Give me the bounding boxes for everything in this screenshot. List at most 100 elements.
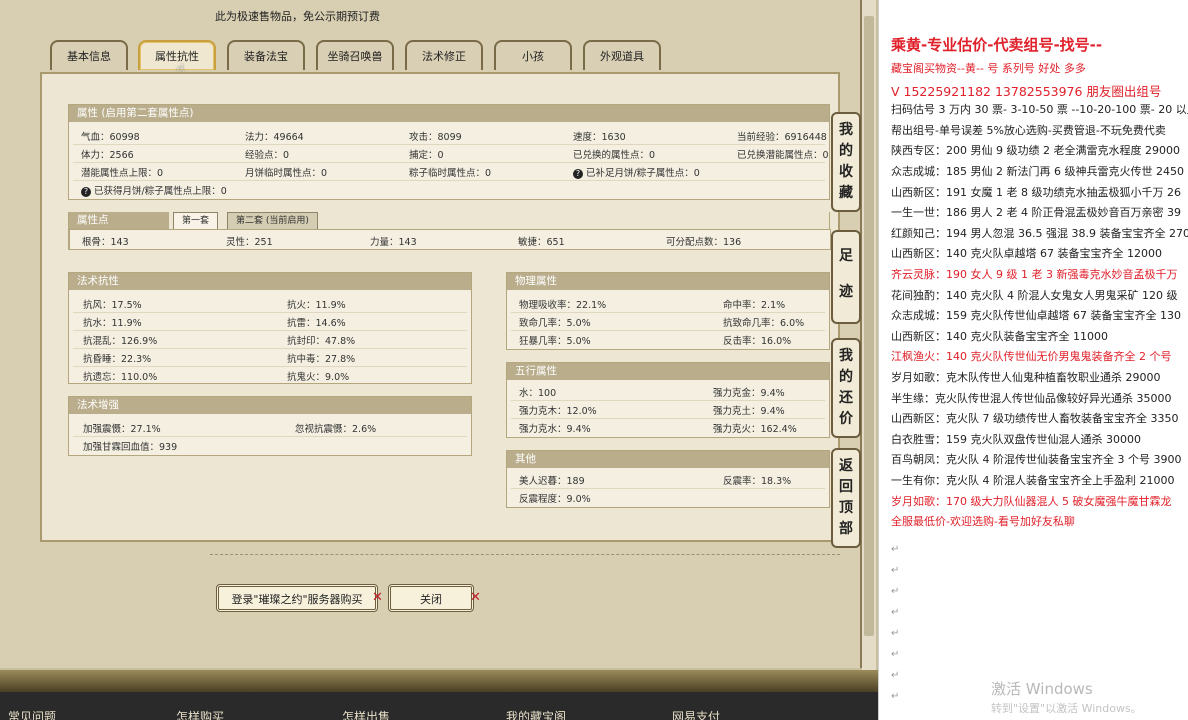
vertical-scrollbar[interactable] <box>862 0 876 670</box>
attr-cell: ? 已获得月饼/粽子属性点上限：0 <box>81 183 227 197</box>
enhance-box: 法术增强 加强震慑：27.1% 忽视抗震慑：2.6% 加强甘霖回血值：939 <box>68 396 472 456</box>
tab-children[interactable]: 小孩 <box>494 40 572 70</box>
footprint-label: 足迹 <box>839 248 853 300</box>
doc-line: 半生缘：克火队传世混人传世仙品像较好异光通杀 35000 <box>891 391 1172 405</box>
points-cell: 力量：143 <box>370 237 417 248</box>
other-cell: 反震率：18.3% <box>723 476 792 487</box>
doc-line: 一生一世：186 男人 2 老 4 阶正骨混盂极妙音百万亲密 39 <box>891 206 1181 220</box>
doc-line: V 15225921182 13782553976 朋友圈出组号 <box>891 83 1162 99</box>
element-cell: 强力克金：9.4% <box>713 388 785 399</box>
doc-line: 山西新区：140 克火队卓越塔 67 装备宝宝齐全 12000 <box>891 247 1162 261</box>
enhance-cell: 加强甘霖回血值：939 <box>83 442 178 453</box>
game-window: 此为极速售物品，免公示期预订费 基本信息 属性抗性 装备法宝 坐骑召唤兽 法术修… <box>0 0 878 720</box>
physical-cell: 致命几率：5.0% <box>519 318 591 329</box>
row-divider <box>511 312 825 313</box>
close-button[interactable]: 关闭 <box>388 584 474 612</box>
points-cell: 可分配点数：136 <box>666 237 742 248</box>
close-mark-icon: ✕ <box>470 590 481 605</box>
subtab-set-one[interactable]: 第一套 <box>173 212 219 230</box>
footer-link-how-to-sell[interactable]: 怎样出售 <box>342 708 390 720</box>
attributes-title: 属性 (启用第二套属性点) <box>69 105 829 122</box>
physical-cell: 命中率：2.1% <box>723 300 786 311</box>
attr-cell: 潜能属性点上限：0 <box>81 168 164 179</box>
attr-cell: 已兑换潜能属性点：0 <box>737 150 829 161</box>
points-cell: 灵性：251 <box>226 237 273 248</box>
favorites-label: 我的收藏 <box>839 122 853 201</box>
subtab-set-two[interactable]: 第二套 (当前启用) <box>227 212 318 230</box>
attributes-box: 属性 (启用第二套属性点) 气血：60998 法力：49664 攻击：8099 … <box>68 104 830 200</box>
doc-line: 白衣胜雪：159 克火队双盘传世仙混人通杀 30000 <box>891 432 1141 446</box>
physical-cell: 反击率：16.0% <box>723 336 792 347</box>
element-cell: 水：100 <box>519 388 557 399</box>
tab-spell-mod[interactable]: 法术修正 <box>405 40 483 70</box>
favorites-button[interactable]: 我的收藏 <box>831 112 861 212</box>
doc-line: 扫码估号 3 万内 30 票- 3-10-50 票 --10-20-100 票-… <box>891 103 1188 117</box>
doc-line: 百鸟朝凤：克火队 4 阶混传世仙装备宝宝齐全 3 个号 3900 <box>891 453 1182 467</box>
resist-cell: 抗风：17.5% <box>83 300 142 311</box>
doc-line: 众志成城：159 克火队传世仙卓越塔 67 装备宝宝齐全 130 <box>891 309 1181 323</box>
resist-cell: 抗鬼火：9.0% <box>287 372 350 383</box>
physical-box: 物理属性 物理吸收率：22.1% 命中率：2.1% 致命几率：5.0% 抗致命几… <box>506 272 830 350</box>
footer-link-how-to-buy[interactable]: 怎样购买 <box>176 708 224 720</box>
paragraph-mark-icon: ↵ <box>891 544 900 555</box>
other-title: 其他 <box>507 451 829 468</box>
footer-link-netease-pay[interactable]: 网易支付 <box>672 708 720 720</box>
element-cell: 强力克火：162.4% <box>713 424 797 435</box>
row-divider <box>511 330 825 331</box>
doc-line: 山西新区：140 克火队装备宝宝齐全 11000 <box>891 329 1108 343</box>
footer-bar <box>0 670 878 720</box>
row-divider <box>73 162 825 163</box>
row-divider <box>73 366 467 367</box>
doc-line: 红颜知己：194 男人忽混 36.5 强混 38.9 装备宝宝齐全 270 <box>891 226 1188 240</box>
footer-link-my-cbg[interactable]: 我的藏宝阁 <box>506 708 566 720</box>
back-to-top-button[interactable]: 返回顶部 <box>831 448 861 548</box>
tab-appearance[interactable]: 外观道具 <box>583 40 661 70</box>
resist-cell: 抗中毒：27.8% <box>287 354 356 365</box>
paragraph-mark-icon: ↵ <box>891 586 900 597</box>
attr-cell: 已兑换的属性点：0 <box>573 150 656 161</box>
other-cell: 美人迟暮：189 <box>519 476 585 487</box>
close-mark-icon: ✕ <box>372 590 383 605</box>
doc-line: 山西新区：191 女魔 1 老 8 级功绩克水抽盂极狐小千万 26 <box>891 185 1181 199</box>
help-icon[interactable]: ? <box>81 186 91 197</box>
attr-cell: 速度：1630 <box>573 132 626 143</box>
resist-cell: 抗火：11.9% <box>287 300 346 311</box>
attr-cell: ? 已补足月饼/粽子属性点：0 <box>573 165 700 179</box>
points-box: 属性点 第一套 第二套 (当前启用) 根骨：143 灵性：251 力量：143 … <box>68 212 831 250</box>
attr-cell: 体力：2566 <box>81 150 134 161</box>
other-cell: 反震程度：9.0% <box>519 494 591 505</box>
row-divider <box>73 180 825 181</box>
row-divider <box>511 488 825 489</box>
doc-line: 江枫渔火：140 克火队传世仙无价男鬼鬼装备齐全 2 个号 <box>891 350 1172 364</box>
physical-title: 物理属性 <box>507 273 829 290</box>
tab-equipment[interactable]: 装备法宝 <box>227 40 305 70</box>
attr-cell-text: 已补足月饼/粽子属性点：0 <box>586 168 700 179</box>
paragraph-mark-icon: ↵ <box>891 691 900 702</box>
doc-line: 岁月如歌：170 级大力队仙器混人 5 破女魔强牛魔甘霖龙 <box>891 494 1172 508</box>
element-cell: 强力克木：12.0% <box>519 406 597 417</box>
doc-line: 一生有你：克火队 4 阶混人装备宝宝齐全上手盈利 21000 <box>891 474 1175 487</box>
attr-cell: 捕定：0 <box>409 150 444 161</box>
row-divider <box>73 330 467 331</box>
paragraph-mark-icon: ↵ <box>891 649 900 660</box>
attr-cell: 气血：60998 <box>81 132 140 143</box>
doc-line: 陕西专区：200 男仙 9 级功绩 2 老全满雷克水程度 29000 <box>891 144 1180 158</box>
row-divider <box>73 348 467 349</box>
points-cell: 根骨：143 <box>82 237 129 248</box>
footprint-button[interactable]: 足迹 <box>831 230 861 324</box>
paragraph-mark-icon: ↵ <box>891 670 900 681</box>
back-to-top-label: 返回顶部 <box>839 458 853 537</box>
footer-link-faq[interactable]: 常见问题 <box>8 708 56 720</box>
my-offers-button[interactable]: 我的还价 <box>831 338 861 438</box>
tab-basic-info[interactable]: 基本信息 <box>50 40 128 70</box>
points-row: 根骨：143 灵性：251 力量：143 敏捷：651 可分配点数：136 <box>69 229 831 250</box>
doc-line: 帮出组号-单号误差 5%放心选购-买费管退-不玩免费代卖 <box>891 123 1166 137</box>
row-divider <box>73 144 825 145</box>
help-icon[interactable]: ? <box>573 168 583 179</box>
resist-box: 法术抗性 抗风：17.5% 抗火：11.9% 抗水：11.9% 抗雷：14.6%… <box>68 272 472 384</box>
tab-mounts-pets[interactable]: 坐骑召唤兽 <box>316 40 394 70</box>
login-buy-button[interactable]: 登录"璀璨之约"服务器购买 <box>216 584 378 612</box>
element-box: 五行属性 水：100 强力克金：9.4% 强力克木：12.0% 强力克土：9.4… <box>506 362 830 438</box>
scroll-thumb[interactable] <box>864 16 874 636</box>
doc-line: 岁月如歌：克木队传世人仙鬼种植畜牧职业通杀 29000 <box>891 371 1161 384</box>
